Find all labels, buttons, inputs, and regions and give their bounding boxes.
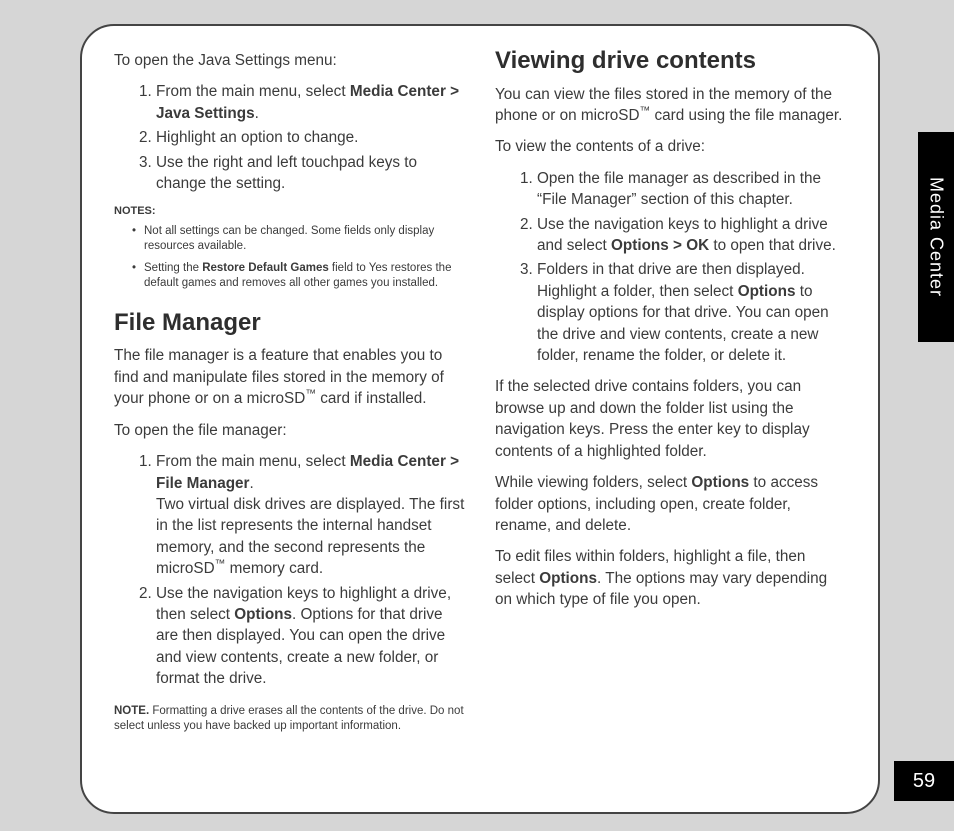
notes-label: NOTES: xyxy=(114,204,465,219)
two-column-layout: To open the Java Settings menu: From the… xyxy=(114,44,846,792)
note-1: Not all settings can be changed. Some fi… xyxy=(132,224,465,255)
note-2: Setting the Restore Default Games field … xyxy=(132,261,465,292)
java-step-2: Highlight an option to change. xyxy=(156,127,465,148)
view-step-2: Use the navigation keys to highlight a d… xyxy=(537,214,846,257)
section-tab: Media Center xyxy=(918,132,954,342)
edit-files-para: To edit files within folders, highlight … xyxy=(495,546,846,610)
java-step-3: Use the right and left touchpad keys to … xyxy=(156,152,465,195)
folder-options-para: While viewing folders, select Options to… xyxy=(495,472,846,536)
notes-list: Not all settings can be changed. Some fi… xyxy=(114,224,465,292)
viewing-drive-intro: You can view the files stored in the mem… xyxy=(495,84,846,127)
trademark-icon: ™ xyxy=(640,105,651,117)
fm-step-2: Use the navigation keys to highlight a d… xyxy=(156,583,465,690)
view-step-3: Folders in that drive are then displayed… xyxy=(537,259,846,366)
file-manager-open-intro: To open the file manager: xyxy=(114,420,465,441)
left-column: To open the Java Settings menu: From the… xyxy=(114,44,465,792)
file-manager-steps: From the main menu, select Media Center … xyxy=(114,451,465,689)
file-manager-heading: File Manager xyxy=(114,306,465,340)
page-number: 59 xyxy=(894,761,954,801)
trademark-icon: ™ xyxy=(305,388,316,400)
format-note: NOTE. Formatting a drive erases all the … xyxy=(114,704,465,735)
java-settings-intro: To open the Java Settings menu: xyxy=(114,50,465,71)
fm-step-1: From the main menu, select Media Center … xyxy=(156,451,465,579)
java-step-1: From the main menu, select Media Center … xyxy=(156,81,465,124)
right-column: Viewing drive contents You can view the … xyxy=(495,44,846,792)
file-manager-intro: The file manager is a feature that enabl… xyxy=(114,345,465,409)
view-contents-steps: Open the file manager as described in th… xyxy=(495,168,846,367)
trademark-icon: ™ xyxy=(215,558,226,570)
viewing-drive-heading: Viewing drive contents xyxy=(495,44,846,78)
view-contents-intro: To view the contents of a drive: xyxy=(495,136,846,157)
manual-page: To open the Java Settings menu: From the… xyxy=(80,24,880,814)
browse-folders-para: If the selected drive contains folders, … xyxy=(495,376,846,462)
view-step-1: Open the file manager as described in th… xyxy=(537,168,846,211)
section-tab-label: Media Center xyxy=(926,177,947,297)
java-settings-steps: From the main menu, select Media Center … xyxy=(114,81,465,194)
